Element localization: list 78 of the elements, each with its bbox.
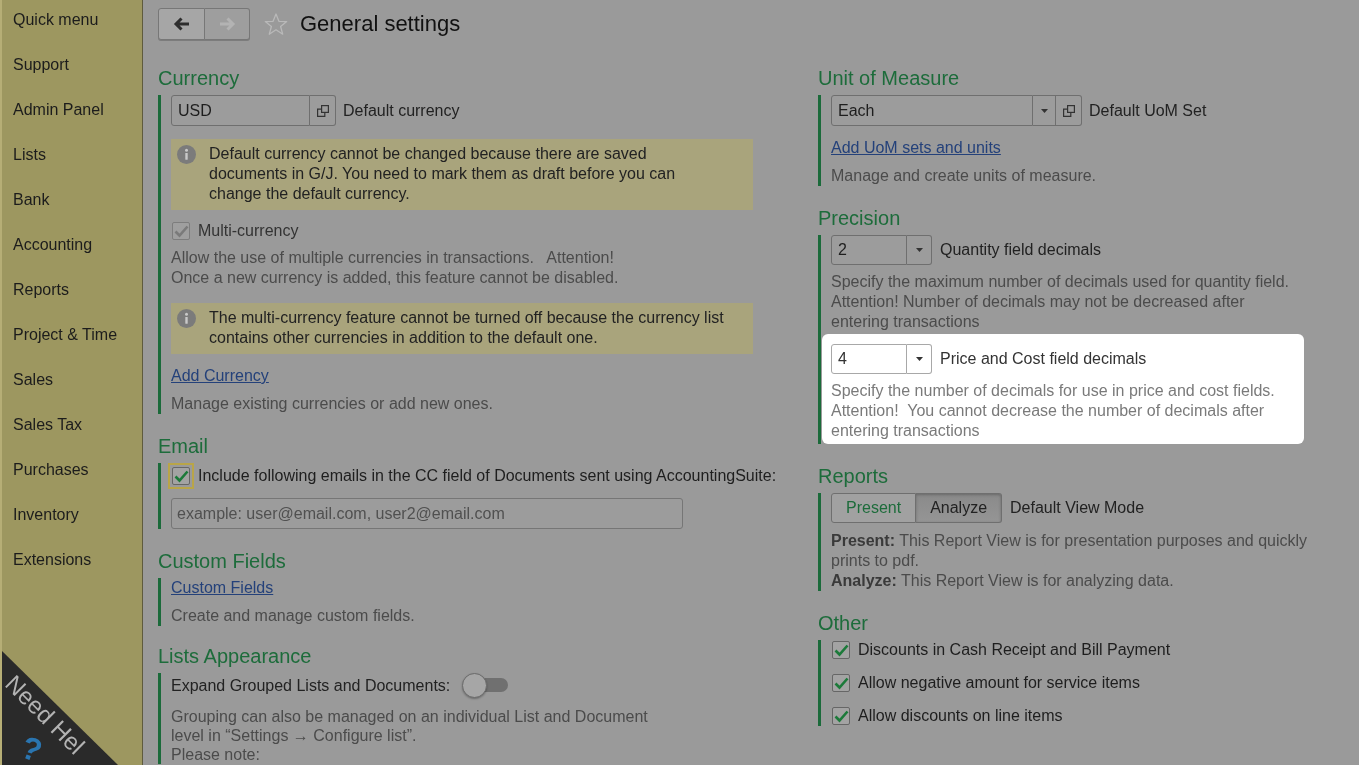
checkmark-icon <box>833 709 849 723</box>
section-heading: Unit of Measure <box>818 66 961 90</box>
sidebar-item[interactable]: Sales <box>2 360 142 405</box>
description-text: Create and manage custom fields. <box>171 606 415 626</box>
link[interactable]: Add UoM sets and units <box>831 138 1001 158</box>
field-label: Price and Cost field decimals <box>940 349 1147 369</box>
field-label: Default View Mode <box>1010 498 1145 518</box>
sidebar-item[interactable]: Extensions <box>2 540 142 585</box>
checkbox[interactable] <box>832 641 850 659</box>
dropdown-button[interactable] <box>907 235 932 265</box>
description-text: Specify the number of decimals for use in price and cost fields. Attention! You cannot decrease the number of decimals after entering transactions <box>831 381 1275 441</box>
checkbox[interactable] <box>832 707 850 725</box>
section-heading: Reports <box>818 464 890 488</box>
link[interactable]: Custom Fields <box>171 578 274 598</box>
info-icon <box>177 145 196 164</box>
checkmark-icon <box>833 676 849 690</box>
description-text: Specify the maximum number of decimals used for quantity field. Attention! Number of decimals may not be decreased after entering transactions <box>831 272 1289 332</box>
checkmark-icon <box>173 469 189 483</box>
sidebar-item[interactable]: Bank <box>2 180 142 225</box>
view-mode-button[interactable]: Analyze <box>916 493 1003 523</box>
field-label: Default currency <box>343 100 460 121</box>
checkbox[interactable] <box>168 463 194 489</box>
checkbox-label: Discounts in Cash Receipt and Bill Payment <box>858 640 1171 660</box>
section-heading: Currency <box>158 66 241 90</box>
sidebar-item[interactable]: Reports <box>2 270 142 315</box>
description-text: Grouping can also be managed on an individual List and Document level in “Settings → Configure list”. <box>171 707 648 745</box>
info-text: Default currency cannot be changed because there are saved documents in G/J. You need to mark them as draft before you can change the default currency. <box>209 144 676 204</box>
description-text: Manage existing currencies or add new ones. <box>171 394 493 414</box>
back-button[interactable] <box>158 8 205 40</box>
overlapping-squares-icon <box>316 104 329 117</box>
open-button[interactable] <box>310 95 336 126</box>
input-field[interactable]: USD <box>171 95 310 126</box>
caret-down-icon <box>1040 108 1048 113</box>
dropdown-button[interactable] <box>907 344 932 374</box>
section-heading: Lists Appearance <box>158 644 313 668</box>
email-input[interactable]: example: user@email.com, user2@email.com <box>171 498 683 529</box>
section-heading: Precision <box>818 206 902 230</box>
checkbox[interactable] <box>832 674 850 692</box>
arrow-left-icon <box>173 17 190 31</box>
checkbox-label: Allow discounts on line items <box>858 706 1063 726</box>
checkmark-icon <box>833 643 849 657</box>
sidebar-item[interactable]: Purchases <box>2 450 142 495</box>
field-label: Default UoM Set <box>1089 100 1207 121</box>
link[interactable]: Add Currency <box>171 366 269 386</box>
checkbox-label: Include following emails in the CC field of Documents sent using AccountingSuite: <box>198 466 777 486</box>
description-text: Manage and create units of measure. <box>831 166 1097 186</box>
caret-down-icon <box>915 248 923 252</box>
checkmark-icon <box>173 224 189 238</box>
description-text: Present: This Report View is for presentation purposes and quickly prints to pdf. Analyze: This Report View is for analyzing data. <box>831 531 1308 591</box>
checkbox-label: Allow negative amount for service items <box>858 673 1140 693</box>
toggle-switch[interactable] <box>462 673 509 698</box>
info-text: The multi-currency feature cannot be turned off because the currency list contains other currencies in addition to the default one. <box>209 308 724 348</box>
section-heading: Email <box>158 434 209 458</box>
sidebar-item[interactable]: Lists <box>2 135 142 180</box>
section-heading: Custom Fields <box>158 549 287 573</box>
sidebar-item[interactable]: Admin Panel <box>2 90 142 135</box>
sidebar-item[interactable]: Support <box>2 45 142 90</box>
sidebar-item[interactable]: Inventory <box>2 495 142 540</box>
overlapping-squares-icon <box>1062 104 1075 117</box>
section-heading: Other <box>818 611 870 635</box>
checkbox-label: Multi-currency <box>198 221 299 241</box>
select-field[interactable]: Each <box>831 95 1033 126</box>
page-title: General settings <box>300 10 461 38</box>
star-icon[interactable] <box>264 12 288 36</box>
description-text: Allow the use of multiple currencies in transactions. Attention! Once a new currency is added, this feature cannot be disabled. <box>171 248 619 288</box>
info-icon <box>177 309 196 328</box>
sidebar-item[interactable]: Quick menu <box>2 0 142 45</box>
dropdown-button[interactable] <box>1033 95 1056 126</box>
select-field[interactable]: 2 <box>831 235 907 265</box>
sidebar-item[interactable]: Sales Tax <box>2 405 142 450</box>
select-field[interactable]: 4 <box>831 344 907 374</box>
open-button[interactable] <box>1056 95 1082 126</box>
sidebar-item[interactable]: Accounting <box>2 225 142 270</box>
caret-down-icon <box>915 357 923 361</box>
field-label: Quantity field decimals <box>940 240 1101 260</box>
description-text: Please note: <box>171 745 260 764</box>
sidebar-item[interactable]: Project & Time <box>2 315 142 360</box>
toggle-label: Expand Grouped Lists and Documents: <box>171 675 451 696</box>
